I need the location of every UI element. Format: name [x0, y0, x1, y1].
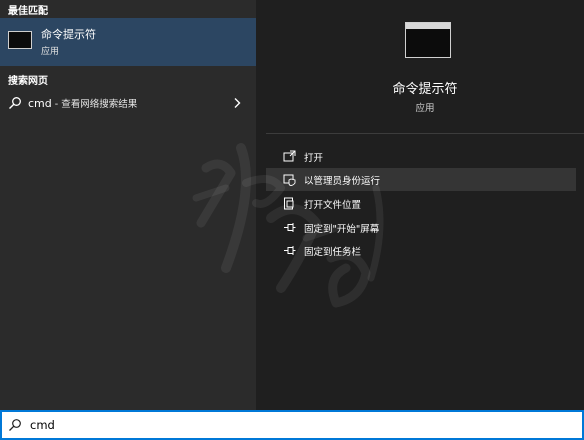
web-search-header: 搜索网页: [8, 76, 48, 87]
action-label: 打开文件位置: [304, 200, 362, 211]
best-match-title: 命令提示符: [41, 28, 96, 41]
results-panel: 最佳匹配 命令提示符 应用 搜索网页 cmd - 查看网络搜索结果: [0, 0, 256, 410]
chevron-right-icon[interactable]: [232, 97, 242, 109]
action-label: 固定到任务栏: [304, 247, 362, 258]
best-match-subtitle: 应用: [41, 47, 60, 57]
web-search-result[interactable]: cmd - 查看网络搜索结果: [0, 91, 256, 115]
app-title: 命令提示符: [392, 82, 458, 97]
action-pin-to-taskbar[interactable]: 固定到任务栏: [266, 239, 576, 262]
action-open[interactable]: 打开: [266, 145, 576, 168]
web-search-description: - 查看网络搜索结果: [51, 99, 138, 110]
action-label: 固定到"开始"屏幕: [304, 224, 380, 235]
search-icon: [9, 419, 21, 431]
file-location-icon: [284, 197, 294, 210]
cmd-app-icon: [8, 31, 32, 49]
app-subtitle: 应用: [415, 103, 435, 114]
shield-run-icon: [283, 174, 296, 186]
action-run-as-admin[interactable]: 以管理员身份运行: [266, 168, 576, 191]
action-pin-to-start[interactable]: 固定到"开始"屏幕: [266, 216, 576, 239]
best-match-item[interactable]: 命令提示符 应用: [0, 18, 256, 66]
action-label: 打开: [304, 153, 324, 164]
best-match-header: 最佳匹配: [8, 6, 48, 17]
details-panel: 命令提示符 应用 打开 以管理员身份运行 打开文件位置 固定到"开始"屏幕 固定…: [256, 0, 584, 410]
pin-icon: [284, 246, 296, 255]
web-search-query: cmd: [28, 97, 52, 110]
open-icon: [283, 150, 296, 162]
search-icon: [9, 97, 21, 109]
divider: [266, 133, 584, 134]
cmd-large-icon: [405, 22, 451, 58]
search-input[interactable]: [30, 416, 550, 434]
action-open-file-location[interactable]: 打开文件位置: [266, 192, 576, 215]
action-label: 以管理员身份运行: [304, 176, 381, 187]
pin-icon: [284, 223, 296, 232]
search-bar[interactable]: [0, 410, 584, 440]
